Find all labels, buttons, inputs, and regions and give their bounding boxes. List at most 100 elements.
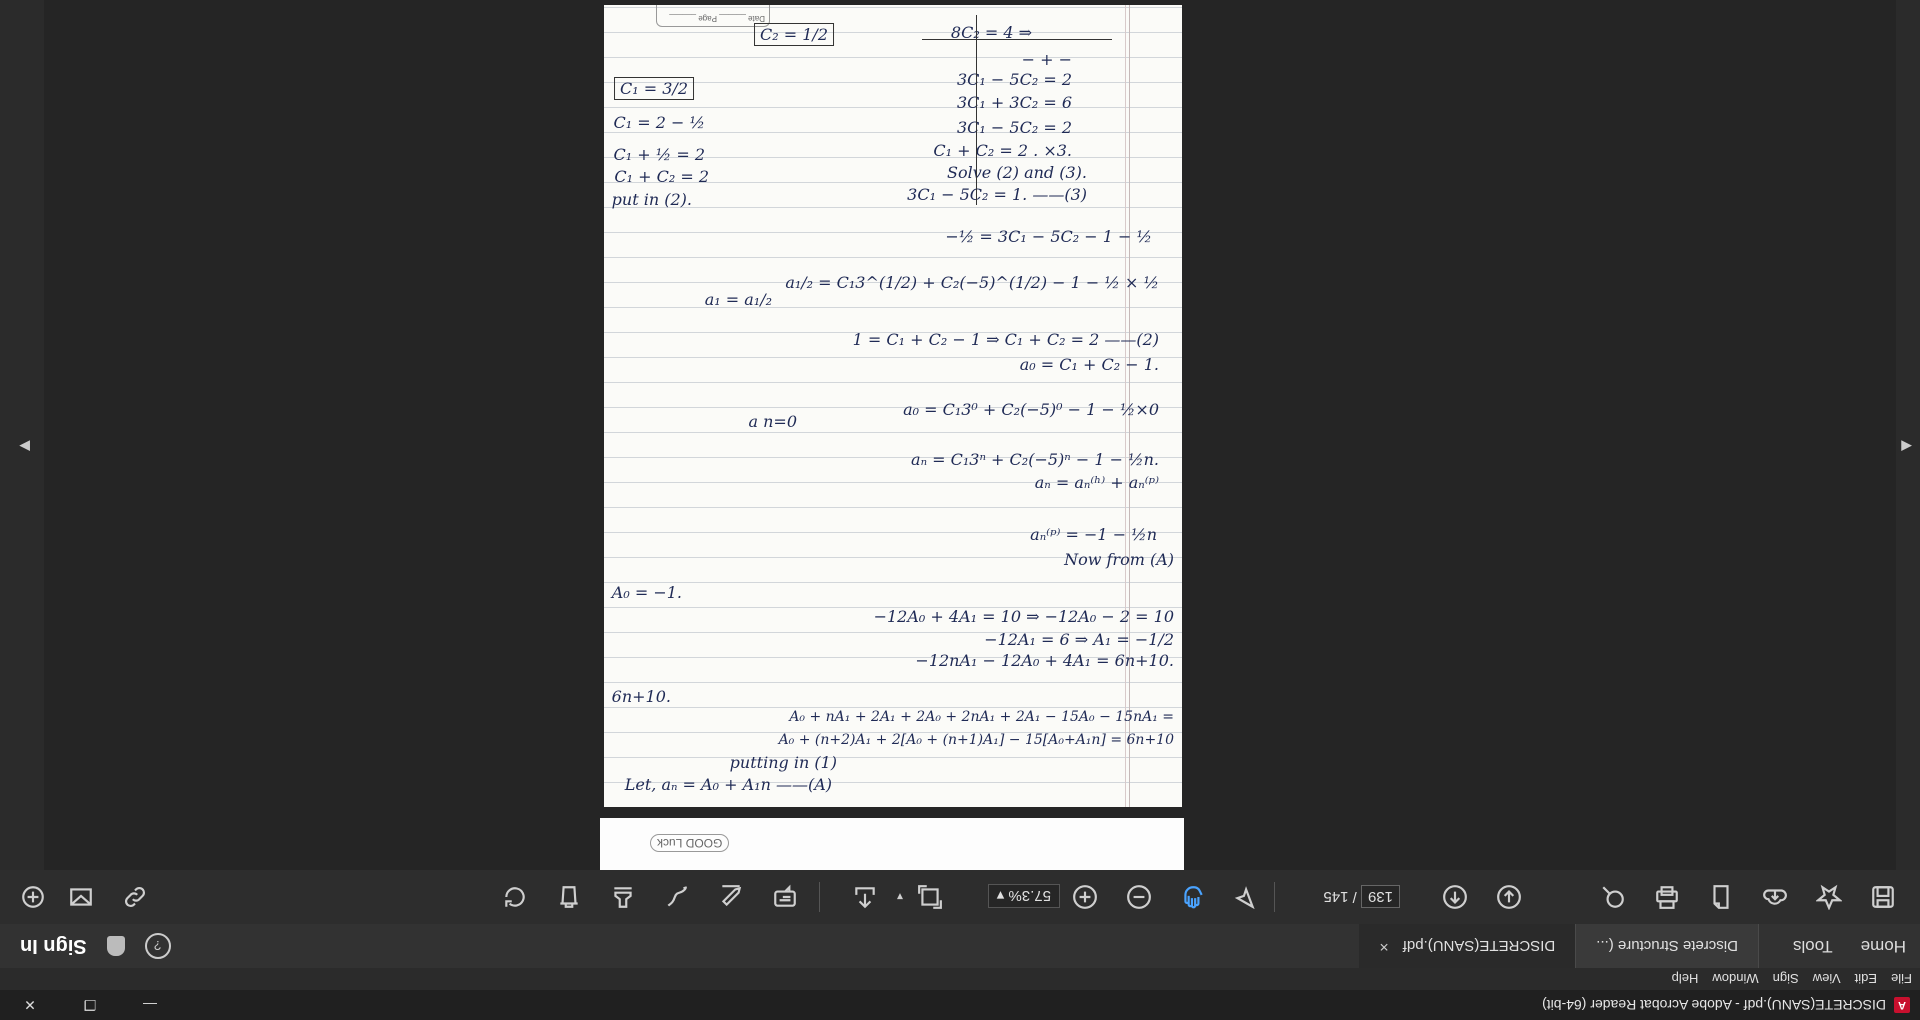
handwritten-line: C₂ = 1/2 bbox=[754, 23, 834, 46]
menu-window[interactable]: Window bbox=[1712, 972, 1758, 987]
handwritten-line: −12A₁ = 6 ⇒ A₁ = −1/2 bbox=[984, 630, 1174, 649]
stamp-icon[interactable] bbox=[608, 882, 638, 912]
star-icon[interactable] bbox=[1814, 882, 1844, 912]
comment-icon[interactable] bbox=[770, 882, 800, 912]
sign-in-button[interactable]: Sign In bbox=[20, 935, 87, 958]
handwritten-line: a₁/₂ = C₁3^(1/2) + C₂(−5)^(1/2) − 1 − ½ … bbox=[785, 273, 1159, 292]
handwritten-line: 3C₁ + 3C₂ = 6 bbox=[956, 93, 1072, 112]
zoom-in-icon[interactable] bbox=[1070, 882, 1100, 912]
handwritten-line: −12nA₁ − 12A₀ + 4A₁ = 6n+10. bbox=[915, 651, 1174, 670]
tools-tab[interactable]: Tools bbox=[1779, 924, 1847, 968]
handwritten-line: 1 = C₁ + C₂ − 1 ⇒ C₁ + C₂ = 2 ——(2) bbox=[852, 330, 1159, 349]
handwritten-line: aₙ = C₁3ⁿ + C₂(−5)ⁿ − 1 − ½n. bbox=[911, 450, 1159, 469]
title-bar: A DISCRETE(SANU).pdf - Adobe Acrobat Rea… bbox=[0, 990, 1920, 1020]
menu-help[interactable]: Help bbox=[1672, 972, 1699, 987]
acrobat-logo-icon: A bbox=[1894, 997, 1910, 1013]
expand-right-icon[interactable]: ▶ bbox=[19, 438, 30, 455]
handwritten-line: 6n+10. bbox=[612, 687, 672, 706]
menu-view[interactable]: View bbox=[1813, 972, 1841, 987]
handwritten-line: C₁ = 3/2 bbox=[614, 77, 694, 100]
column-divider bbox=[976, 15, 977, 205]
share-icon[interactable] bbox=[850, 882, 880, 912]
handwritten-line: aₙ⁽ᵖ⁾ = −1 − ½n bbox=[1030, 525, 1157, 544]
handwritten-line: Solve (2) and (3). bbox=[947, 163, 1087, 182]
mail-icon[interactable] bbox=[66, 882, 96, 912]
handwritten-line: C₁ + ½ = 2 bbox=[614, 145, 706, 164]
subtraction-line bbox=[922, 39, 1112, 40]
handwritten-line: 3C₁ − 5C₂ = 2 bbox=[956, 70, 1072, 89]
current-page-input[interactable]: 139 bbox=[1360, 885, 1400, 908]
left-panel-toggle[interactable]: ◀ bbox=[1896, 0, 1920, 870]
chevron-down-icon[interactable]: ▾ bbox=[885, 882, 915, 912]
expand-left-icon[interactable]: ◀ bbox=[1901, 438, 1912, 455]
menu-edit[interactable]: Edit bbox=[1855, 972, 1877, 987]
handwritten-line: a₀ = C₁3⁰ + C₂(−5)⁰ − 1 − ½×0 bbox=[903, 400, 1159, 419]
date-page-box: Date ______ Page ______ bbox=[656, 5, 770, 27]
handwritten-line: A₀ + (n+2)A₁ + 2[A₀ + (n+1)A₁] − 15[A₀+A… bbox=[778, 732, 1174, 748]
select-cursor-icon[interactable] bbox=[1230, 882, 1260, 912]
draw-icon[interactable] bbox=[662, 882, 692, 912]
handwritten-line: Now from (A) bbox=[1064, 550, 1174, 569]
next-page-icon[interactable] bbox=[1494, 882, 1524, 912]
handwritten-line: −12A₀ + 4A₁ = 10 ⇒ −12A₀ − 2 = 10 bbox=[873, 607, 1174, 626]
help-icon[interactable]: ? bbox=[144, 933, 171, 959]
delete-icon[interactable] bbox=[554, 882, 584, 912]
zoom-value: 57.3% bbox=[1008, 887, 1051, 904]
tab-close-icon[interactable]: × bbox=[1379, 937, 1388, 955]
previous-page-preview: GOOD Luck bbox=[600, 818, 1184, 870]
tabs-bar: Home Tools Discrete Structure (... DISCR… bbox=[0, 923, 1920, 968]
handwritten-line: a₁ = a₁/₂ bbox=[704, 290, 772, 309]
highlight-pen-icon[interactable] bbox=[716, 882, 746, 912]
zoom-level-select[interactable]: 57.3% ▾ bbox=[987, 884, 1060, 908]
tab-label: Discrete Structure (... bbox=[1596, 937, 1738, 955]
tab-label: DISCRETE(SANU).pdf bbox=[1402, 937, 1556, 955]
right-panel-toggle[interactable]: ▶ bbox=[0, 0, 44, 870]
handwritten-line: 3C₁ − 5C₂ = 1. ——(3) bbox=[907, 185, 1087, 204]
bell-icon[interactable] bbox=[106, 936, 125, 956]
zoom-out-icon[interactable] bbox=[1124, 882, 1154, 912]
handwritten-line: C₁ = 2 − ½ bbox=[614, 113, 706, 132]
upload-cloud-icon[interactable] bbox=[1760, 882, 1790, 912]
page-indicator: 139 / 145 bbox=[1323, 885, 1400, 908]
minimize-button[interactable]: — bbox=[120, 990, 180, 1020]
menu-bar: File Edit View Sign Window Help bbox=[0, 968, 1920, 990]
restore-button[interactable]: ❐ bbox=[60, 990, 120, 1020]
handwritten-line: C₁ + C₂ = 2 bbox=[614, 167, 709, 186]
page-separator: / bbox=[1352, 888, 1357, 905]
handwritten-line: A₀ + nA₁ + 2A₁ + 2A₀ + 2nA₁ + 2A₁ − 15A₀… bbox=[789, 709, 1174, 725]
document-viewport[interactable]: GOOD Luck Date ______ Page ______ Let, a… bbox=[44, 0, 1896, 870]
handwritten-line: put in (2). bbox=[612, 190, 693, 209]
previous-page-icon[interactable] bbox=[1440, 882, 1470, 912]
handwritten-line: −½ = 3C₁ − 5C₂ − 1 − ½ bbox=[945, 227, 1152, 246]
total-pages: 145 bbox=[1323, 888, 1349, 905]
home-tab[interactable]: Home bbox=[1847, 924, 1920, 968]
save-icon[interactable] bbox=[1868, 882, 1898, 912]
main-toolbar: 139 / 145 57.3% ▾ ▾ bbox=[0, 869, 1920, 924]
hand-tool-icon[interactable] bbox=[1178, 882, 1208, 912]
window-title: DISCRETE(SANU).pdf - Adobe Acrobat Reade… bbox=[1542, 997, 1886, 1013]
handwritten-line: − + − bbox=[1021, 50, 1072, 69]
good-luck-stamp: GOOD Luck bbox=[650, 834, 730, 852]
fit-page-icon[interactable] bbox=[915, 882, 945, 912]
handwritten-line: a n=0 bbox=[748, 412, 797, 431]
handwritten-line: putting in (1) bbox=[729, 753, 837, 772]
menu-sign[interactable]: Sign bbox=[1773, 972, 1799, 987]
toolbar-divider bbox=[819, 882, 820, 912]
menu-file[interactable]: File bbox=[1891, 972, 1912, 987]
print-icon[interactable] bbox=[1652, 882, 1682, 912]
document-icon[interactable] bbox=[1706, 882, 1736, 912]
tab-discrete-structure[interactable]: Discrete Structure (... bbox=[1576, 924, 1759, 968]
add-user-icon[interactable] bbox=[18, 882, 48, 912]
handwritten-line: a₀ = C₁ + C₂ − 1. bbox=[1019, 355, 1159, 374]
pdf-page: Date ______ Page ______ Let, aₙ = A₀ + A… bbox=[604, 5, 1182, 807]
link-icon[interactable] bbox=[120, 882, 150, 912]
handwritten-line: Let, aₙ = A₀ + A₁n ——(A) bbox=[624, 775, 832, 794]
tab-discrete-sanu[interactable]: DISCRETE(SANU).pdf × bbox=[1359, 924, 1577, 968]
rotate-icon[interactable] bbox=[500, 882, 530, 912]
handwritten-line: C₁ + C₂ = 2 . ×3. bbox=[933, 141, 1072, 160]
handwritten-line: aₙ = aₙ⁽ʰ⁾ + aₙ⁽ᵖ⁾ bbox=[1034, 473, 1159, 492]
search-icon[interactable] bbox=[1598, 882, 1628, 912]
close-window-button[interactable]: ✕ bbox=[0, 990, 60, 1020]
toolbar-divider bbox=[1274, 882, 1275, 912]
handwritten-line: 3C₁ − 5C₂ = 2 bbox=[956, 118, 1072, 137]
